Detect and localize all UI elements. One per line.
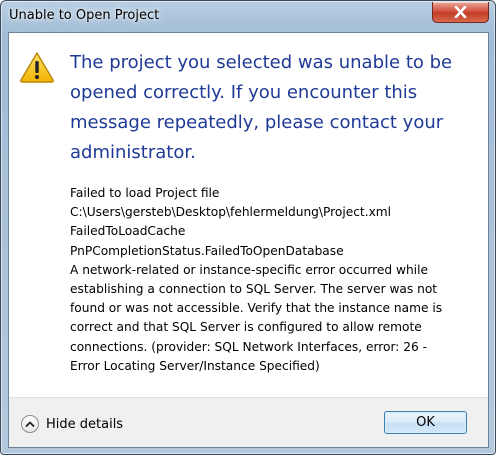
title-bar[interactable]: Unable to Open Project bbox=[1, 1, 495, 31]
window-title: Unable to Open Project bbox=[9, 8, 160, 23]
error-details: Failed to load Project file C:\Users\ger… bbox=[70, 184, 480, 376]
details-line: establishing a connection to SQL Server.… bbox=[70, 282, 438, 297]
hide-details-label[interactable]: Hide details bbox=[46, 417, 123, 432]
warning-icon bbox=[20, 52, 54, 83]
ok-button[interactable]: OK bbox=[384, 411, 467, 434]
details-line: correct and that SQL Server is configure… bbox=[70, 320, 422, 335]
details-line: C:\Users\gersteb\Desktop\fehlermeldung\P… bbox=[70, 205, 392, 220]
details-line: PnPCompletionStatus.FailedToOpenDatabase bbox=[70, 243, 344, 258]
details-line: connections. (provider: SQL Network Inte… bbox=[70, 339, 428, 354]
dialog-content: The project you selected was unable to b… bbox=[8, 32, 489, 448]
main-instruction: The project you selected was unable to b… bbox=[70, 52, 453, 163]
dialog-window: Unable to Open Project The project you s… bbox=[0, 0, 496, 455]
chevron-up-icon bbox=[25, 421, 35, 427]
toggle-button[interactable] bbox=[21, 415, 39, 433]
close-icon bbox=[454, 6, 467, 18]
details-line: FailedToLoadCache bbox=[70, 224, 186, 239]
details-line: found or was not accessible. Verify that… bbox=[70, 301, 443, 316]
close-button[interactable] bbox=[432, 2, 489, 23]
details-line: Error Locating Server/Instance Specified… bbox=[70, 358, 320, 373]
hide-details-toggle[interactable]: Hide details bbox=[21, 413, 123, 435]
details-line: Failed to load Project file bbox=[70, 186, 220, 200]
dialog-footer: Hide details OK bbox=[9, 397, 488, 447]
details-line: A network-related or instance-specific e… bbox=[70, 262, 428, 277]
